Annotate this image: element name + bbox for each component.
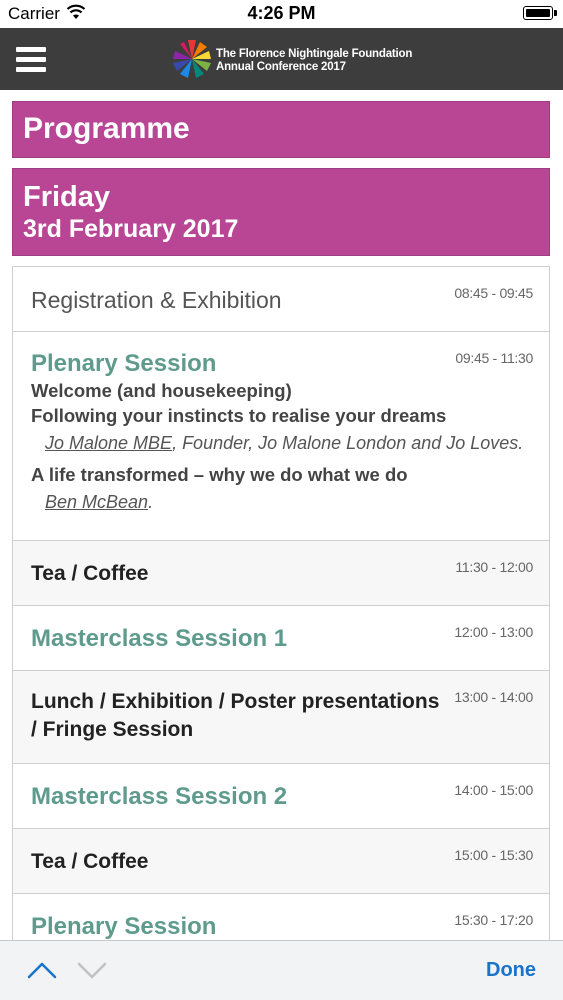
status-bar: Carrier 4:26 PM (0, 0, 563, 28)
day-header: Friday 3rd February 2017 (12, 168, 550, 256)
app-header: The Florence Nightingale Foundation Annu… (0, 28, 563, 90)
page-title: Programme (12, 101, 550, 158)
chevron-down-icon[interactable] (76, 959, 108, 981)
session-row[interactable]: 13:00 - 14:00 Lunch / Exhibition / Poste… (12, 670, 550, 764)
session-row[interactable]: 15:30 - 17:20 Plenary Session (12, 892, 550, 940)
session-row[interactable]: 09:45 - 11:30 Plenary Session Welcome (a… (12, 330, 550, 542)
session-title: Lunch / Exhibition / Poster presentation… (31, 690, 440, 741)
hamburger-icon-bar (16, 57, 46, 62)
programme-content[interactable]: Programme Friday 3rd February 2017 08:45… (0, 90, 563, 940)
session-list: 08:45 - 09:45 Registration & Exhibition … (12, 266, 550, 940)
speaker-link[interactable]: Ben McBean (45, 492, 148, 512)
day-name: Friday (23, 181, 111, 213)
day-date: 3rd February 2017 (23, 215, 239, 243)
session-detail-line: Following your instincts to realise your… (31, 404, 447, 426)
foundation-logo-icon (173, 40, 211, 78)
session-time: 09:45 - 11:30 (455, 349, 533, 366)
hamburger-icon-bar (16, 47, 46, 52)
keyboard-toolbar: Done (0, 940, 563, 1000)
speaker-credit: Ben McBean. (31, 490, 531, 515)
session-row[interactable]: 14:00 - 15:00 Masterclass Session 2 (12, 762, 550, 830)
speaker-detail: . (148, 491, 154, 512)
logo-line-2: Annual Conference 2017 (216, 61, 346, 73)
speaker-detail: , Founder, Jo Malone London and Jo Loves… (172, 432, 524, 453)
speaker-credit: Jo Malone MBE, Founder, Jo Malone London… (31, 431, 531, 456)
session-row[interactable]: 08:45 - 09:45 Registration & Exhibition (12, 266, 550, 332)
foundation-logo-text: The Florence Nightingale Foundation Annu… (216, 48, 412, 74)
battery-icon (523, 6, 557, 20)
session-row[interactable]: 15:00 - 15:30 Tea / Coffee (12, 828, 550, 894)
session-row[interactable]: 12:00 - 13:00 Masterclass Session 1 (12, 604, 550, 672)
session-time: 08:45 - 09:45 (454, 285, 533, 301)
session-detail-line: Welcome (and housekeeping) (31, 379, 292, 401)
done-button[interactable]: Done (486, 959, 536, 982)
logo-line-1: The Florence Nightingale Foundation (216, 48, 413, 60)
session-time: 11:30 - 12:00 (455, 559, 533, 575)
hamburger-icon-bar (16, 67, 46, 72)
session-row[interactable]: 11:30 - 12:00 Tea / Coffee (12, 540, 550, 606)
session-time: 14:00 - 15:00 (454, 781, 533, 798)
speaker-link[interactable]: Jo Malone MBE (45, 433, 172, 453)
session-time: 15:00 - 15:30 (454, 847, 533, 863)
session-time: 15:30 - 17:20 (454, 911, 533, 928)
session-time: 13:00 - 14:00 (454, 689, 533, 705)
session-detail-line: A life transformed – why we do what we d… (31, 463, 408, 485)
session-time: 12:00 - 13:00 (454, 623, 533, 640)
chevron-up-icon[interactable] (26, 959, 58, 981)
clock: 4:26 PM (247, 3, 316, 23)
menu-button[interactable] (16, 47, 46, 73)
